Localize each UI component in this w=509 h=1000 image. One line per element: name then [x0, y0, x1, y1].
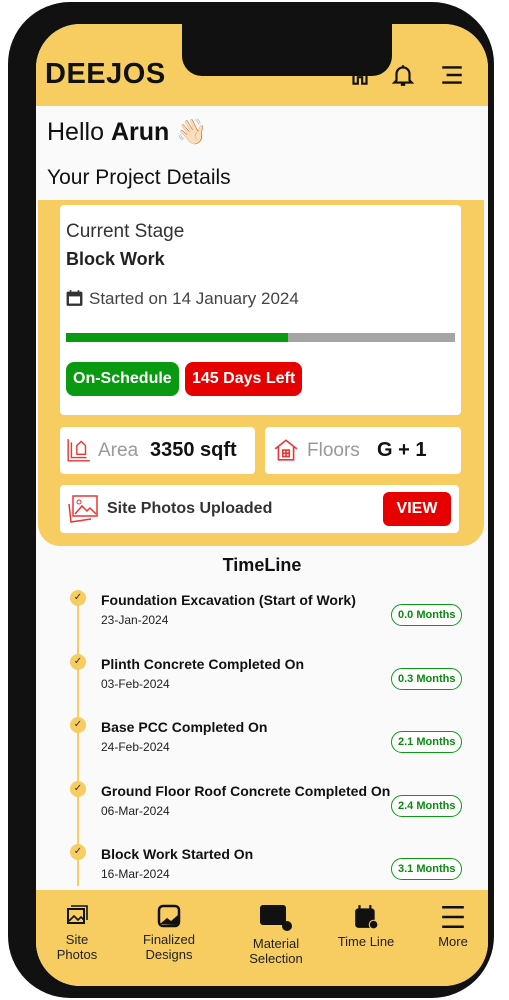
- months-badge: 0.0 Months: [391, 604, 463, 626]
- months-badge: 2.1 Months: [391, 731, 463, 753]
- blueprint-icon: [67, 439, 90, 462]
- stage-label: Current Stage: [66, 221, 185, 242]
- timeline-item-title: Block Work Started On: [101, 846, 254, 862]
- app-screen: DEEJOS Hello Arun 👋🏻 Your Project Detail…: [36, 24, 488, 986]
- floors-value: G + 1: [377, 439, 427, 461]
- status-badge: On-Schedule: [66, 362, 179, 396]
- wave-icon: 👋🏻: [176, 118, 208, 146]
- calendar-icon: [66, 290, 83, 306]
- section-title: Your Project Details: [47, 166, 231, 189]
- check-icon: ✓: [70, 780, 86, 797]
- site-photos-card: Site Photos Uploaded VIEW: [60, 485, 459, 533]
- area-card: Area 3350 sqft: [60, 427, 255, 474]
- area-value: 3350 sqft: [150, 439, 237, 461]
- months-badge: 2.4 Months: [391, 794, 463, 817]
- floors-label: Floors: [307, 440, 360, 461]
- nav-site-photos[interactable]: Site Photos: [48, 890, 106, 962]
- nav-finalized-designs[interactable]: Finalized Designs: [134, 890, 204, 962]
- check-icon: ✓: [70, 844, 86, 860]
- check-icon: ✓: [70, 590, 86, 606]
- bell-icon[interactable]: [390, 62, 416, 88]
- gallery-icon: [67, 905, 88, 924]
- timeline-item-date: 03-Feb-2024: [101, 676, 170, 691]
- user-name: Arun: [110, 118, 170, 146]
- notch: [182, 24, 392, 76]
- greeting: Hello Arun 👋🏻: [47, 118, 207, 147]
- nav-time-line[interactable]: Time Line: [331, 890, 401, 949]
- menu-icon[interactable]: [439, 62, 465, 88]
- nav-more[interactable]: More: [428, 890, 478, 949]
- nav-material-selection[interactable]: Material Selection: [236, 890, 316, 966]
- nav-label: Time Line: [337, 934, 395, 949]
- material-icon: [260, 905, 292, 931]
- floors-card: Floors G + 1: [265, 427, 461, 474]
- logo: DEEJOS: [45, 58, 166, 90]
- timeline-item-title: Plinth Concrete Completed On: [101, 655, 305, 672]
- days-left-badge: 145 Days Left: [185, 362, 303, 396]
- phone-frame: DEEJOS Hello Arun 👋🏻 Your Project Detail…: [8, 2, 494, 998]
- progress-fill: [66, 333, 288, 342]
- timeline-item-date: 16-Mar-2024: [101, 867, 170, 881]
- house-icon: [274, 439, 298, 461]
- stage-value: Block Work: [66, 249, 165, 269]
- timeline-title: TimeLine: [222, 555, 302, 575]
- bottom-nav: Site Photos Finalized Designs Material S…: [36, 890, 488, 986]
- nav-label: Site Photos: [56, 932, 98, 962]
- nav-label: Finalized Designs: [142, 932, 196, 962]
- progress-bar: [66, 333, 455, 342]
- timeline-item-title: Base PCC Completed On: [101, 719, 268, 735]
- image-icon: [157, 904, 181, 928]
- nav-label: More: [438, 934, 468, 949]
- menu-icon: [442, 906, 464, 928]
- timeline-item-date: 23-Jan-2024: [101, 613, 169, 627]
- timeline-item-title: Foundation Excavation (Start of Work): [101, 592, 356, 608]
- area-label: Area: [98, 440, 139, 461]
- photos-icon: [68, 495, 98, 523]
- view-photos-button[interactable]: VIEW: [383, 492, 451, 526]
- check-icon: ✓: [70, 653, 86, 670]
- site-photos-label: Site Photos Uploaded: [107, 500, 273, 517]
- timeline-item-title: Ground Floor Roof Concrete Completed On: [101, 782, 391, 799]
- start-date: Started on 14 January 2024: [89, 289, 299, 308]
- timeline-item-date: 06-Mar-2024: [101, 803, 170, 818]
- greeting-hello: Hello: [47, 118, 104, 146]
- check-icon: ✓: [70, 717, 86, 733]
- timeline-line: [77, 596, 79, 886]
- timeline-item-date: 24-Feb-2024: [101, 740, 170, 754]
- months-badge: 3.1 Months: [391, 858, 463, 880]
- calendar-check-icon: [355, 905, 379, 930]
- months-badge: 0.3 Months: [391, 667, 463, 690]
- nav-label: Material Selection: [249, 936, 303, 966]
